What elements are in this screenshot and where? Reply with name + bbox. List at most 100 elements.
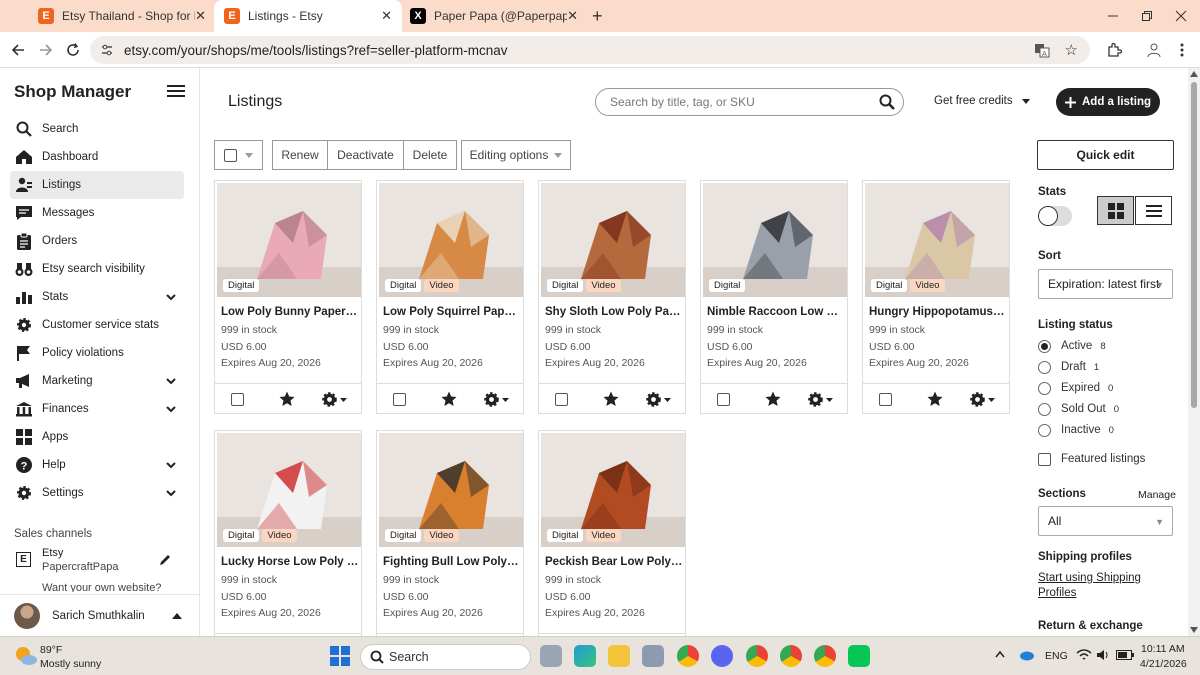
get-free-credits-button[interactable]: Get free credits <box>934 95 1030 107</box>
battery-icon[interactable] <box>1116 650 1134 660</box>
status-radio-expired[interactable]: Expired 0 <box>1038 380 1113 396</box>
chrome-profile-icon[interactable] <box>780 645 802 667</box>
listing-image[interactable]: Digital Video <box>217 433 361 547</box>
listing-card[interactable]: DigitalVideo Fighting Bull Low Poly Pape… <box>376 430 524 636</box>
page-scrollbar[interactable] <box>1188 68 1200 636</box>
sidebar-item-policy[interactable]: Policy violations <box>10 339 184 367</box>
listing-title[interactable]: Hungry Hippopotamus Low Poly <box>869 306 1007 318</box>
clock-time[interactable]: 10:11 AM <box>1141 643 1185 655</box>
listing-checkbox[interactable] <box>879 393 892 406</box>
sidebar-item-finances[interactable]: Finances <box>10 395 184 423</box>
renew-button[interactable]: Renew <box>272 140 328 170</box>
listing-checkbox[interactable] <box>393 393 406 406</box>
clock-date[interactable]: 4/21/2026 <box>1140 658 1187 670</box>
sidebar-item-search[interactable]: Search <box>10 115 184 143</box>
back-icon[interactable] <box>8 40 28 60</box>
discord-icon[interactable] <box>711 645 733 667</box>
hamburger-menu-icon[interactable] <box>167 84 185 98</box>
gear-menu-icon[interactable] <box>645 391 671 408</box>
sidebar-item-apps[interactable]: Apps <box>10 423 184 451</box>
chrome-profile-icon[interactable] <box>746 645 768 667</box>
sidebar-item-listings[interactable]: Listings <box>10 171 184 199</box>
site-info-icon[interactable] <box>100 43 114 57</box>
close-tab-icon[interactable]: ✕ <box>195 8 206 24</box>
radio-button[interactable] <box>1038 360 1051 374</box>
translate-icon[interactable]: A <box>1034 42 1050 58</box>
edge-icon[interactable] <box>574 645 596 667</box>
gear-menu-icon[interactable] <box>807 391 833 408</box>
volume-icon[interactable] <box>1096 649 1110 661</box>
onedrive-icon[interactable] <box>1018 649 1034 661</box>
sidebar-item-help[interactable]: ? Help <box>10 451 184 479</box>
new-tab-icon[interactable]: + <box>592 6 603 27</box>
sidebar-item-marketing[interactable]: Marketing <box>10 367 184 395</box>
chevron-up-icon[interactable] <box>995 651 1005 658</box>
deactivate-button[interactable]: Deactivate <box>327 140 404 170</box>
add-listing-button[interactable]: Add a listing <box>1056 88 1160 116</box>
listing-image[interactable]: Digital Video <box>379 183 523 297</box>
sections-select[interactable]: All ▼ <box>1038 506 1173 536</box>
snipping-tool-icon[interactable] <box>642 645 664 667</box>
edit-pencil-icon[interactable] <box>158 553 172 567</box>
task-view-icon[interactable] <box>540 645 562 667</box>
sales-channel-etsy[interactable]: E Etsy PapercraftPapa <box>14 546 184 576</box>
list-view-button[interactable] <box>1135 196 1172 225</box>
chevron-down-icon[interactable] <box>166 489 176 497</box>
close-tab-icon[interactable]: ✕ <box>567 8 578 24</box>
stats-toggle[interactable] <box>1038 206 1072 226</box>
windows-start-icon[interactable] <box>330 646 350 666</box>
chevron-down-icon[interactable] <box>166 377 176 385</box>
taskbar-search[interactable]: Search <box>360 644 531 670</box>
tab-etsy-thailand[interactable]: E Etsy Thailand - Shop for handm ✕ <box>28 0 216 32</box>
listing-image[interactable]: Digital <box>703 183 847 297</box>
line-app-icon[interactable] <box>848 645 870 667</box>
listing-image[interactable]: Digital <box>217 183 361 297</box>
wifi-icon[interactable] <box>1076 649 1092 661</box>
listing-title[interactable]: Low Poly Bunny Papercraft <box>221 306 359 318</box>
radio-button[interactable] <box>1038 402 1051 416</box>
star-icon[interactable] <box>279 391 295 407</box>
listing-card[interactable]: DigitalVideo Hungry Hippopotamus Low Pol… <box>862 180 1010 414</box>
caret-up-icon[interactable] <box>172 612 182 619</box>
listing-title[interactable]: Peckish Bear Low Poly Papercraft <box>545 556 683 568</box>
file-explorer-icon[interactable] <box>608 645 630 667</box>
gear-menu-icon[interactable] <box>321 391 347 408</box>
listing-image[interactable]: Digital Video <box>541 183 685 297</box>
checkbox[interactable] <box>1038 452 1051 466</box>
listing-card[interactable]: Digital Nimble Raccoon Low Poly 999 in s… <box>700 180 848 414</box>
bookmark-star-icon[interactable]: ☆ <box>1065 41 1078 59</box>
chrome-profile-icon[interactable] <box>814 645 836 667</box>
star-icon[interactable] <box>441 391 457 407</box>
forward-icon[interactable] <box>36 40 56 60</box>
chrome-icon[interactable] <box>677 645 699 667</box>
radio-button[interactable] <box>1038 339 1051 353</box>
tab-listings[interactable]: E Listings - Etsy ✕ <box>214 0 402 32</box>
manage-sections-link[interactable]: Manage <box>1138 489 1176 501</box>
close-window-icon[interactable] <box>1162 0 1200 32</box>
sidebar-item-customer-service[interactable]: Customer service stats <box>10 311 184 339</box>
star-icon[interactable] <box>927 391 943 407</box>
select-all-dropdown[interactable] <box>214 140 263 170</box>
listing-image[interactable]: Digital Video <box>379 433 523 547</box>
language-indicator[interactable]: ENG <box>1045 650 1068 662</box>
minimize-icon[interactable] <box>1094 0 1132 32</box>
listing-checkbox[interactable] <box>555 393 568 406</box>
close-tab-icon[interactable]: ✕ <box>381 8 392 24</box>
select-all-checkbox[interactable] <box>224 148 237 162</box>
tab-paper-papa[interactable]: X Paper Papa (@Paperpapa001) / ✕ <box>400 0 588 32</box>
sidebar-item-settings[interactable]: Settings <box>10 479 184 507</box>
status-radio-sold-out[interactable]: Sold Out 0 <box>1038 401 1119 417</box>
status-radio-draft[interactable]: Draft 1 <box>1038 359 1099 375</box>
radio-button[interactable] <box>1038 423 1051 437</box>
chevron-down-icon[interactable] <box>166 293 176 301</box>
star-icon[interactable] <box>603 391 619 407</box>
search-icon[interactable] <box>879 94 895 110</box>
star-icon[interactable] <box>765 391 781 407</box>
listing-search-input[interactable]: Search by title, tag, or SKU <box>595 88 904 116</box>
listing-image[interactable]: Digital Video <box>541 433 685 547</box>
listing-card[interactable]: Digital Low Poly Bunny Papercraft 999 in… <box>214 180 362 414</box>
sidebar-item-orders[interactable]: Orders <box>10 227 184 255</box>
listing-checkbox[interactable] <box>231 393 244 406</box>
listing-title[interactable]: Fighting Bull Low Poly Papercraft <box>383 556 521 568</box>
gear-menu-icon[interactable] <box>483 391 509 408</box>
